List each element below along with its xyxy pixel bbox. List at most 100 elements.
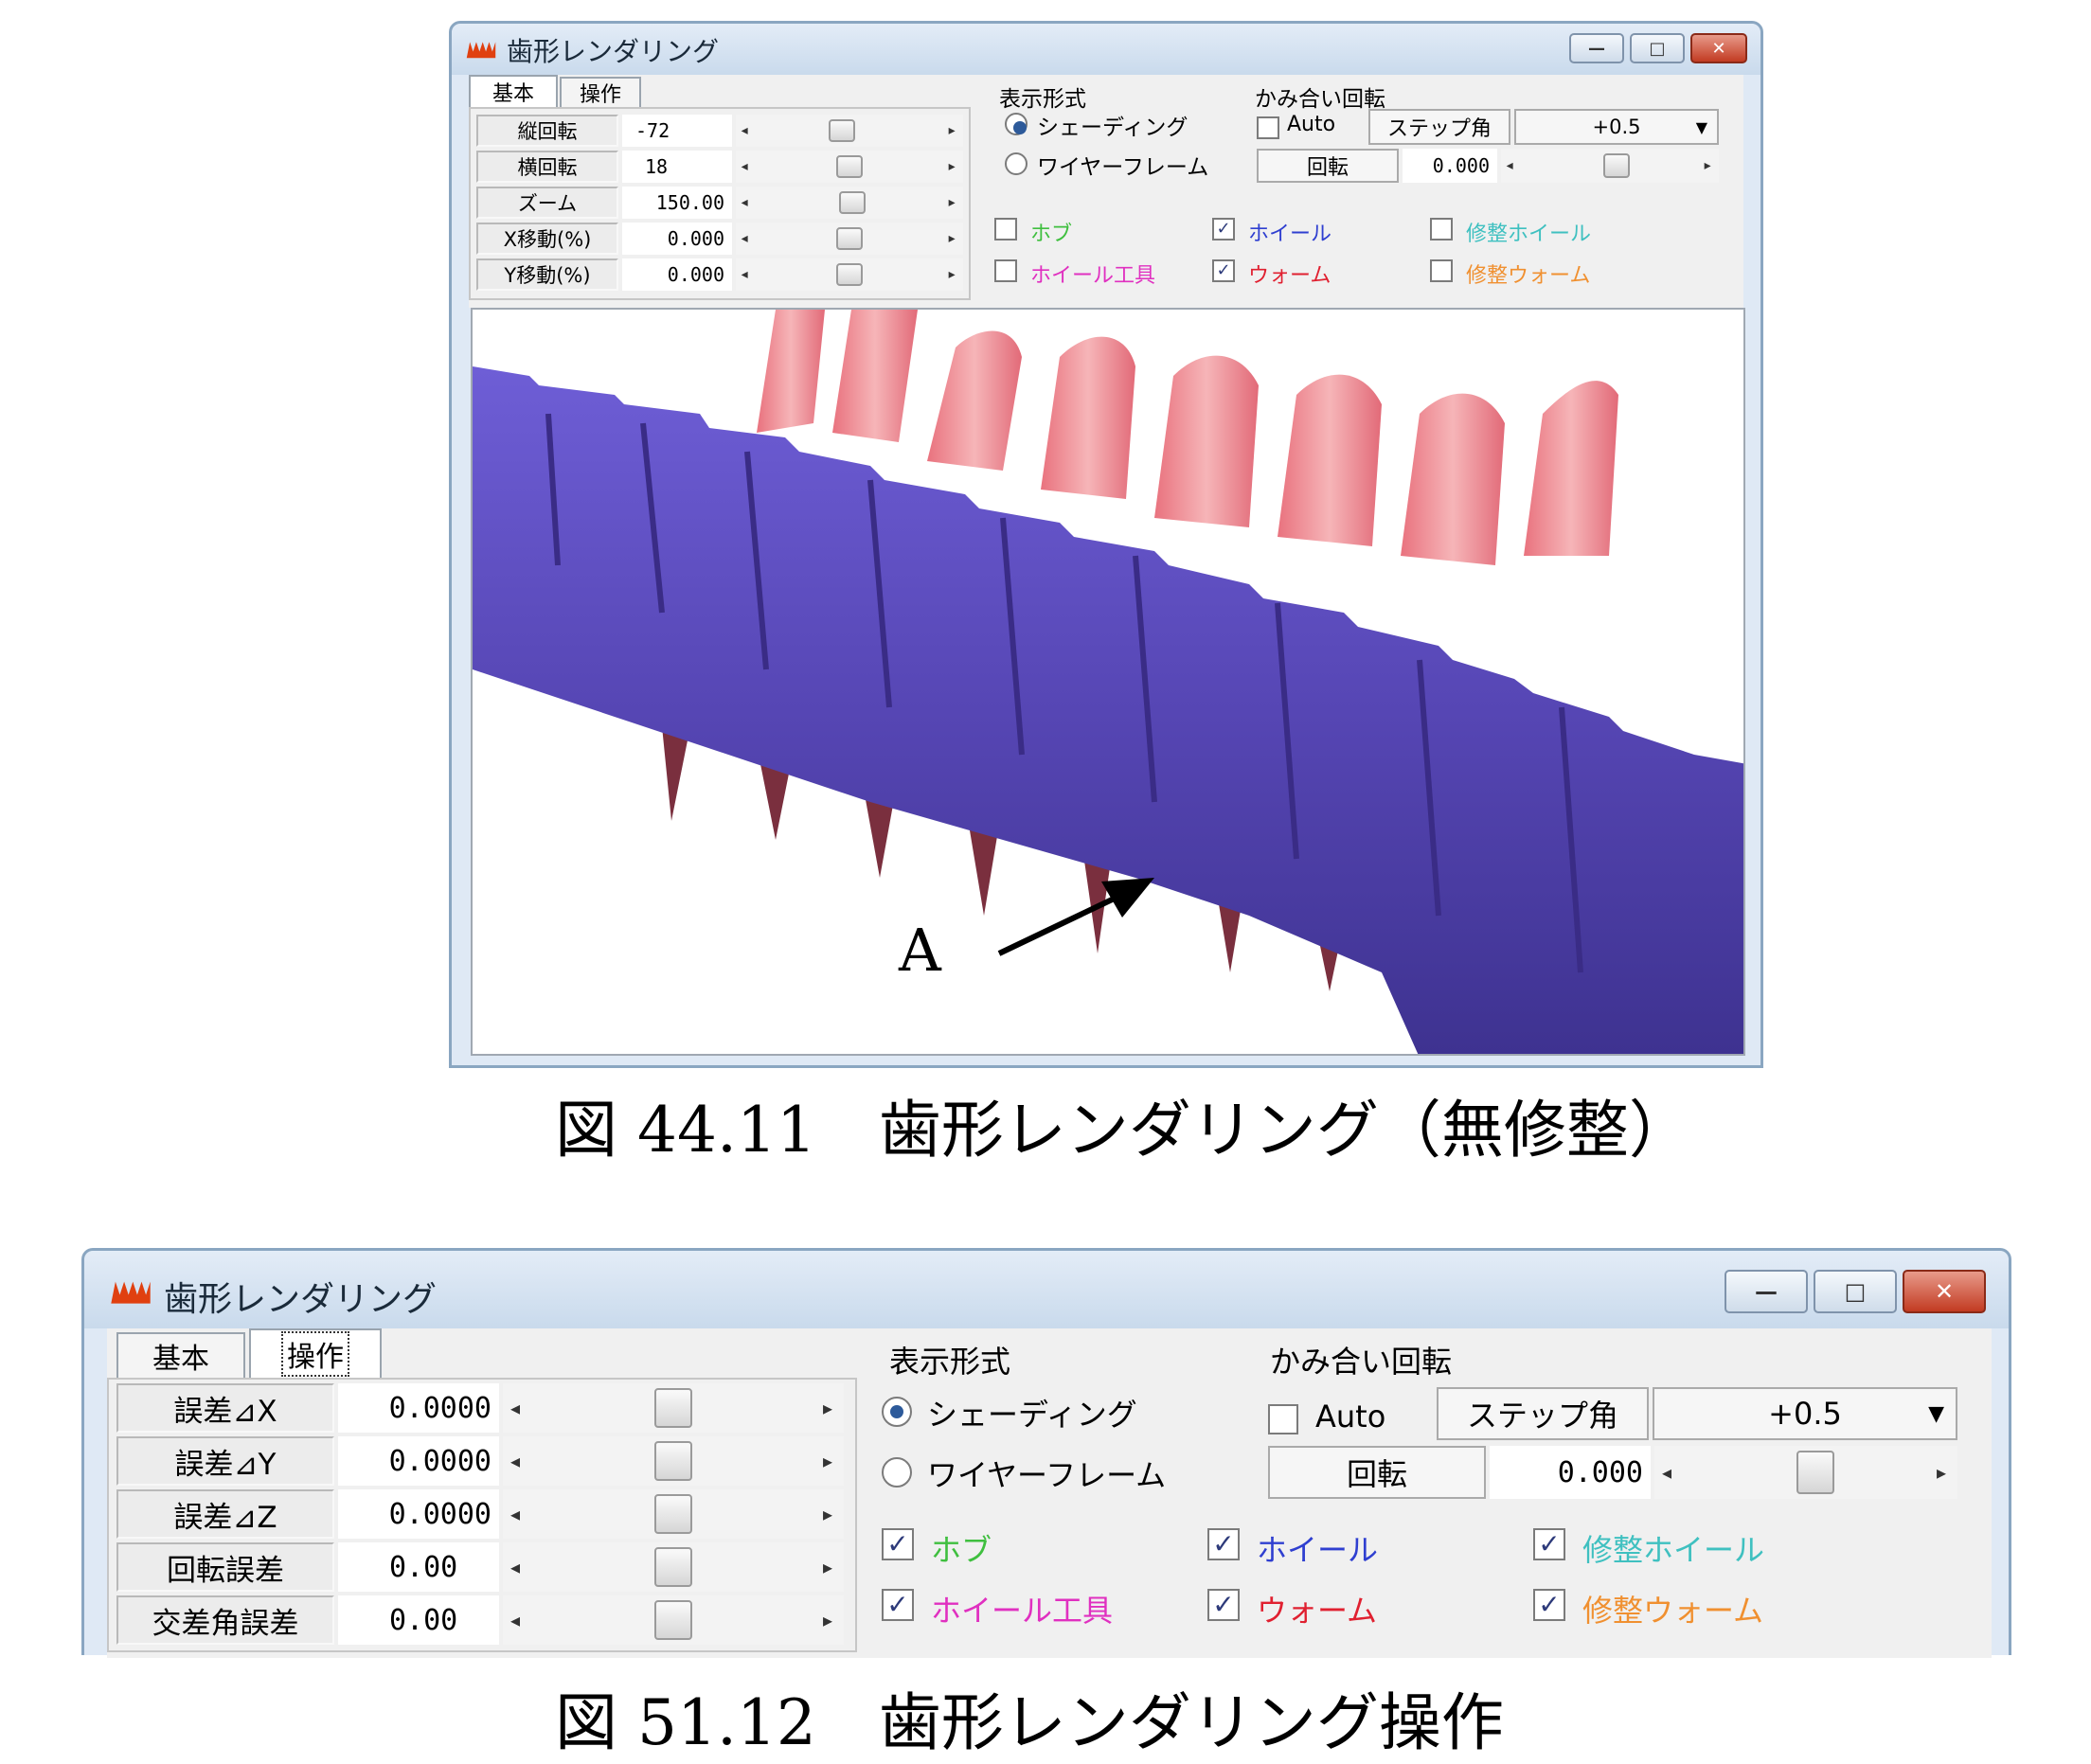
- row-value-input[interactable]: 0.0000: [338, 1489, 499, 1539]
- maximize-button[interactable]: □: [1814, 1270, 1897, 1313]
- row-value-input[interactable]: 0.000: [622, 223, 732, 255]
- arrow-right-icon[interactable]: ▸: [823, 1397, 832, 1419]
- checkbox[interactable]: [1430, 259, 1453, 282]
- radio-shading-label[interactable]: シェーディング: [927, 1391, 1137, 1434]
- slider-thumb[interactable]: [654, 1441, 692, 1481]
- radio-wireframe-label[interactable]: ワイヤーフレーム: [927, 1452, 1166, 1495]
- arrow-right-icon[interactable]: ▸: [823, 1450, 832, 1472]
- tab-operation[interactable]: 操作: [249, 1328, 382, 1378]
- checkbox[interactable]: ✓: [1212, 259, 1235, 282]
- arrow-right-icon[interactable]: ▸: [949, 123, 956, 138]
- checkbox[interactable]: ✓: [882, 1528, 914, 1560]
- rotate-slider[interactable]: ◂ ▸: [1654, 1446, 1957, 1499]
- radio-shading-label[interactable]: シェーディング: [1037, 109, 1188, 141]
- row-value-input[interactable]: 0.00: [338, 1542, 499, 1592]
- radio-wireframe[interactable]: [882, 1457, 912, 1488]
- title-bar[interactable]: 歯形レンダリング — □ ✕: [452, 24, 1760, 75]
- arrow-right-icon[interactable]: ▸: [823, 1556, 832, 1578]
- radio-shading[interactable]: [1005, 113, 1028, 135]
- arrow-left-icon[interactable]: ◂: [510, 1397, 520, 1419]
- checkbox-label[interactable]: ホイール: [1257, 1526, 1378, 1570]
- title-bar[interactable]: 歯形レンダリング — □ ✕: [84, 1251, 2009, 1328]
- checkbox-item[interactable]: ✓ ホイール: [1212, 208, 1430, 250]
- close-button[interactable]: ✕: [1903, 1270, 1986, 1313]
- checkbox[interactable]: [994, 259, 1017, 282]
- row-value-input[interactable]: 0.0000: [338, 1383, 499, 1433]
- radio-wireframe-label[interactable]: ワイヤーフレーム: [1037, 149, 1208, 181]
- arrow-left-icon[interactable]: ◂: [1507, 158, 1513, 173]
- row-slider[interactable]: ◂ ▸: [736, 258, 963, 291]
- arrow-right-icon[interactable]: ▸: [949, 195, 956, 210]
- checkbox-label[interactable]: ホイール: [1248, 217, 1331, 247]
- step-angle-select[interactable]: +0.5 ▼: [1514, 109, 1719, 145]
- arrow-left-icon[interactable]: ◂: [742, 195, 748, 210]
- slider-thumb[interactable]: [654, 1547, 692, 1587]
- arrow-left-icon[interactable]: ◂: [742, 231, 748, 246]
- tab-basic[interactable]: 基本: [469, 75, 558, 107]
- checkbox-label[interactable]: ウォーム: [1248, 258, 1331, 289]
- row-value-input[interactable]: 0.000: [622, 258, 732, 291]
- checkbox[interactable]: ✓: [1207, 1528, 1240, 1560]
- arrow-left-icon[interactable]: ◂: [510, 1450, 520, 1472]
- checkbox-label[interactable]: 修整ホイール: [1582, 1526, 1764, 1570]
- maximize-button[interactable]: □: [1630, 33, 1685, 63]
- arrow-right-icon[interactable]: ▸: [1705, 158, 1711, 173]
- checkbox-label[interactable]: ホイール工具: [1030, 258, 1155, 289]
- row-slider[interactable]: ◂ ▸: [503, 1489, 844, 1539]
- tab-operation[interactable]: 操作: [560, 77, 641, 107]
- auto-checkbox[interactable]: [1257, 116, 1279, 139]
- slider-thumb[interactable]: [654, 1494, 692, 1534]
- row-slider[interactable]: ◂ ▸: [503, 1436, 844, 1486]
- checkbox-label[interactable]: ホブ: [1030, 217, 1072, 247]
- radio-wireframe[interactable]: [1005, 152, 1028, 175]
- row-slider[interactable]: ◂ ▸: [736, 223, 963, 255]
- slider-thumb[interactable]: [654, 1600, 692, 1640]
- checkbox-item[interactable]: ✓ ホイール工具: [882, 1575, 1207, 1635]
- checkbox[interactable]: ✓: [1212, 218, 1235, 241]
- checkbox-item[interactable]: ✓ ホイール: [1207, 1514, 1533, 1575]
- minimize-button[interactable]: —: [1725, 1270, 1808, 1313]
- arrow-right-icon[interactable]: ▸: [949, 231, 956, 246]
- arrow-left-icon[interactable]: ◂: [510, 1503, 520, 1525]
- checkbox[interactable]: ✓: [882, 1589, 914, 1621]
- checkbox-label[interactable]: ホイール工具: [931, 1587, 1113, 1630]
- arrow-left-icon[interactable]: ◂: [742, 267, 748, 282]
- slider-thumb[interactable]: [1603, 153, 1630, 178]
- checkbox-item[interactable]: ホブ: [994, 208, 1212, 250]
- row-slider[interactable]: ◂ ▸: [736, 187, 963, 219]
- row-value-input[interactable]: -72: [622, 115, 732, 147]
- slider-thumb[interactable]: [836, 227, 863, 250]
- checkbox-item[interactable]: ホイール工具: [994, 250, 1212, 292]
- arrow-right-icon[interactable]: ▸: [823, 1609, 832, 1631]
- row-slider[interactable]: ◂ ▸: [736, 151, 963, 183]
- slider-thumb[interactable]: [654, 1388, 692, 1428]
- auto-checkbox[interactable]: [1268, 1404, 1298, 1434]
- slider-thumb[interactable]: [829, 119, 856, 142]
- tab-basic[interactable]: 基本: [116, 1332, 245, 1378]
- row-value-input[interactable]: 150.00: [622, 187, 732, 219]
- minimize-button[interactable]: —: [1569, 33, 1624, 63]
- rotate-value-input[interactable]: 0.000: [1403, 149, 1497, 183]
- arrow-left-icon[interactable]: ◂: [510, 1556, 520, 1578]
- arrow-left-icon[interactable]: ◂: [742, 159, 748, 174]
- checkbox-label[interactable]: ウォーム: [1257, 1587, 1377, 1630]
- slider-thumb[interactable]: [1796, 1451, 1834, 1494]
- checkbox-item[interactable]: ✓ ウォーム: [1207, 1575, 1533, 1635]
- slider-thumb[interactable]: [836, 263, 863, 286]
- checkbox-item[interactable]: ✓ ウォーム: [1212, 250, 1430, 292]
- checkbox-item[interactable]: ✓ 修整ウォーム: [1533, 1575, 1859, 1635]
- arrow-left-icon[interactable]: ◂: [742, 123, 748, 138]
- checkbox[interactable]: [1430, 218, 1453, 241]
- arrow-right-icon[interactable]: ▸: [1937, 1461, 1946, 1484]
- arrow-left-icon[interactable]: ◂: [510, 1609, 520, 1631]
- arrow-right-icon[interactable]: ▸: [823, 1503, 832, 1525]
- checkbox[interactable]: ✓: [1533, 1528, 1565, 1560]
- checkbox-item[interactable]: ✓ 修整ホイール: [1533, 1514, 1859, 1575]
- checkbox-label[interactable]: 修整ウォーム: [1466, 258, 1590, 289]
- row-slider[interactable]: ◂ ▸: [736, 115, 963, 147]
- row-value-input[interactable]: 0.0000: [338, 1436, 499, 1486]
- step-angle-select[interactable]: +0.5 ▼: [1653, 1387, 1957, 1440]
- close-button[interactable]: ✕: [1690, 33, 1747, 63]
- row-value-input[interactable]: 18: [622, 151, 732, 183]
- checkbox-item[interactable]: 修整ホイール: [1430, 208, 1648, 250]
